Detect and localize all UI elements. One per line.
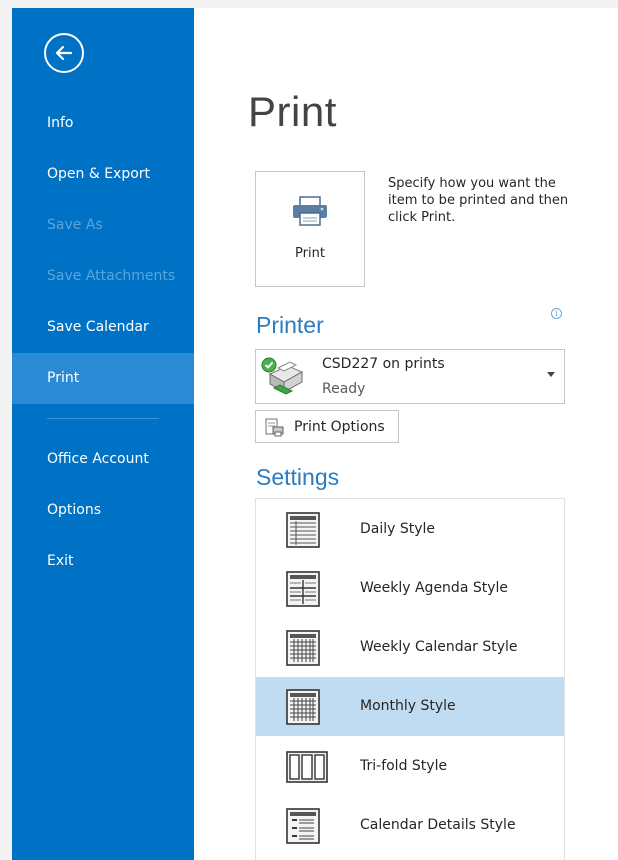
print-options-icon [264,418,286,442]
style-label: Weekly Agenda Style [360,580,509,596]
monthly-style-icon [286,689,320,729]
back-arrow-icon[interactable] [44,33,84,73]
daily-style-icon [286,512,320,552]
print-button-label: Print [295,246,325,261]
style-label: Calendar Details Style [360,817,516,833]
print-style-list: Daily Style Weekly Agenda Style Weekly C… [255,498,565,860]
page-title: Print [248,88,337,135]
printer-name: CSD227 on prints [322,356,445,372]
print-description: Specify how you want the item to be prin… [388,176,569,225]
sidebar-item-print[interactable]: Print [12,353,194,404]
style-item-daily[interactable]: Daily Style [256,500,564,559]
style-item-weekly-calendar[interactable]: Weekly Calendar Style [256,618,564,677]
style-label: Monthly Style [360,698,456,714]
printer-ready-icon [260,356,308,404]
chevron-down-icon[interactable] [547,372,555,377]
printer-dropdown[interactable]: CSD227 on prints Ready [255,349,565,404]
style-item-tri-fold[interactable]: Tri-fold Style [256,737,564,796]
left-margin [0,0,12,860]
sidebar-item-office-account[interactable]: Office Account [12,434,194,485]
sidebar-item-exit[interactable]: Exit [12,536,194,587]
sidebar-item-save-attachments: Save Attachments [47,268,176,284]
sidebar-divider [47,418,159,419]
style-label: Tri-fold Style [360,758,448,774]
print-button[interactable]: Print [255,171,365,287]
calendar-details-style-icon [286,808,320,848]
sidebar-item-info[interactable]: Info [12,98,194,149]
printer-icon [290,194,330,232]
sidebar-item-save-calendar[interactable]: Save Calendar [12,302,194,353]
weekly-agenda-style-icon [286,571,320,611]
sidebar-item-save-as: Save As [47,217,103,233]
printer-status: Ready [322,381,366,397]
settings-heading: Settings [256,464,340,490]
style-item-monthly[interactable]: Monthly Style [256,677,564,736]
printer-heading: Printer [256,312,324,338]
style-label: Weekly Calendar Style [360,639,518,655]
print-options-label: Print Options [294,419,385,435]
top-margin [0,0,618,8]
style-item-weekly-agenda[interactable]: Weekly Agenda Style [256,559,564,618]
weekly-calendar-style-icon [286,630,320,670]
sidebar-item-open-export[interactable]: Open & Export [12,149,194,200]
style-item-calendar-details[interactable]: Calendar Details Style [256,796,564,855]
sidebar-item-options[interactable]: Options [12,485,194,536]
style-label: Daily Style [360,521,436,537]
backstage-sidebar: Info Open & Export Save As Save Attachme… [12,8,194,860]
print-options-button[interactable]: Print Options [255,410,399,443]
info-icon[interactable]: i [551,308,562,319]
tri-fold-style-icon [286,749,328,789]
